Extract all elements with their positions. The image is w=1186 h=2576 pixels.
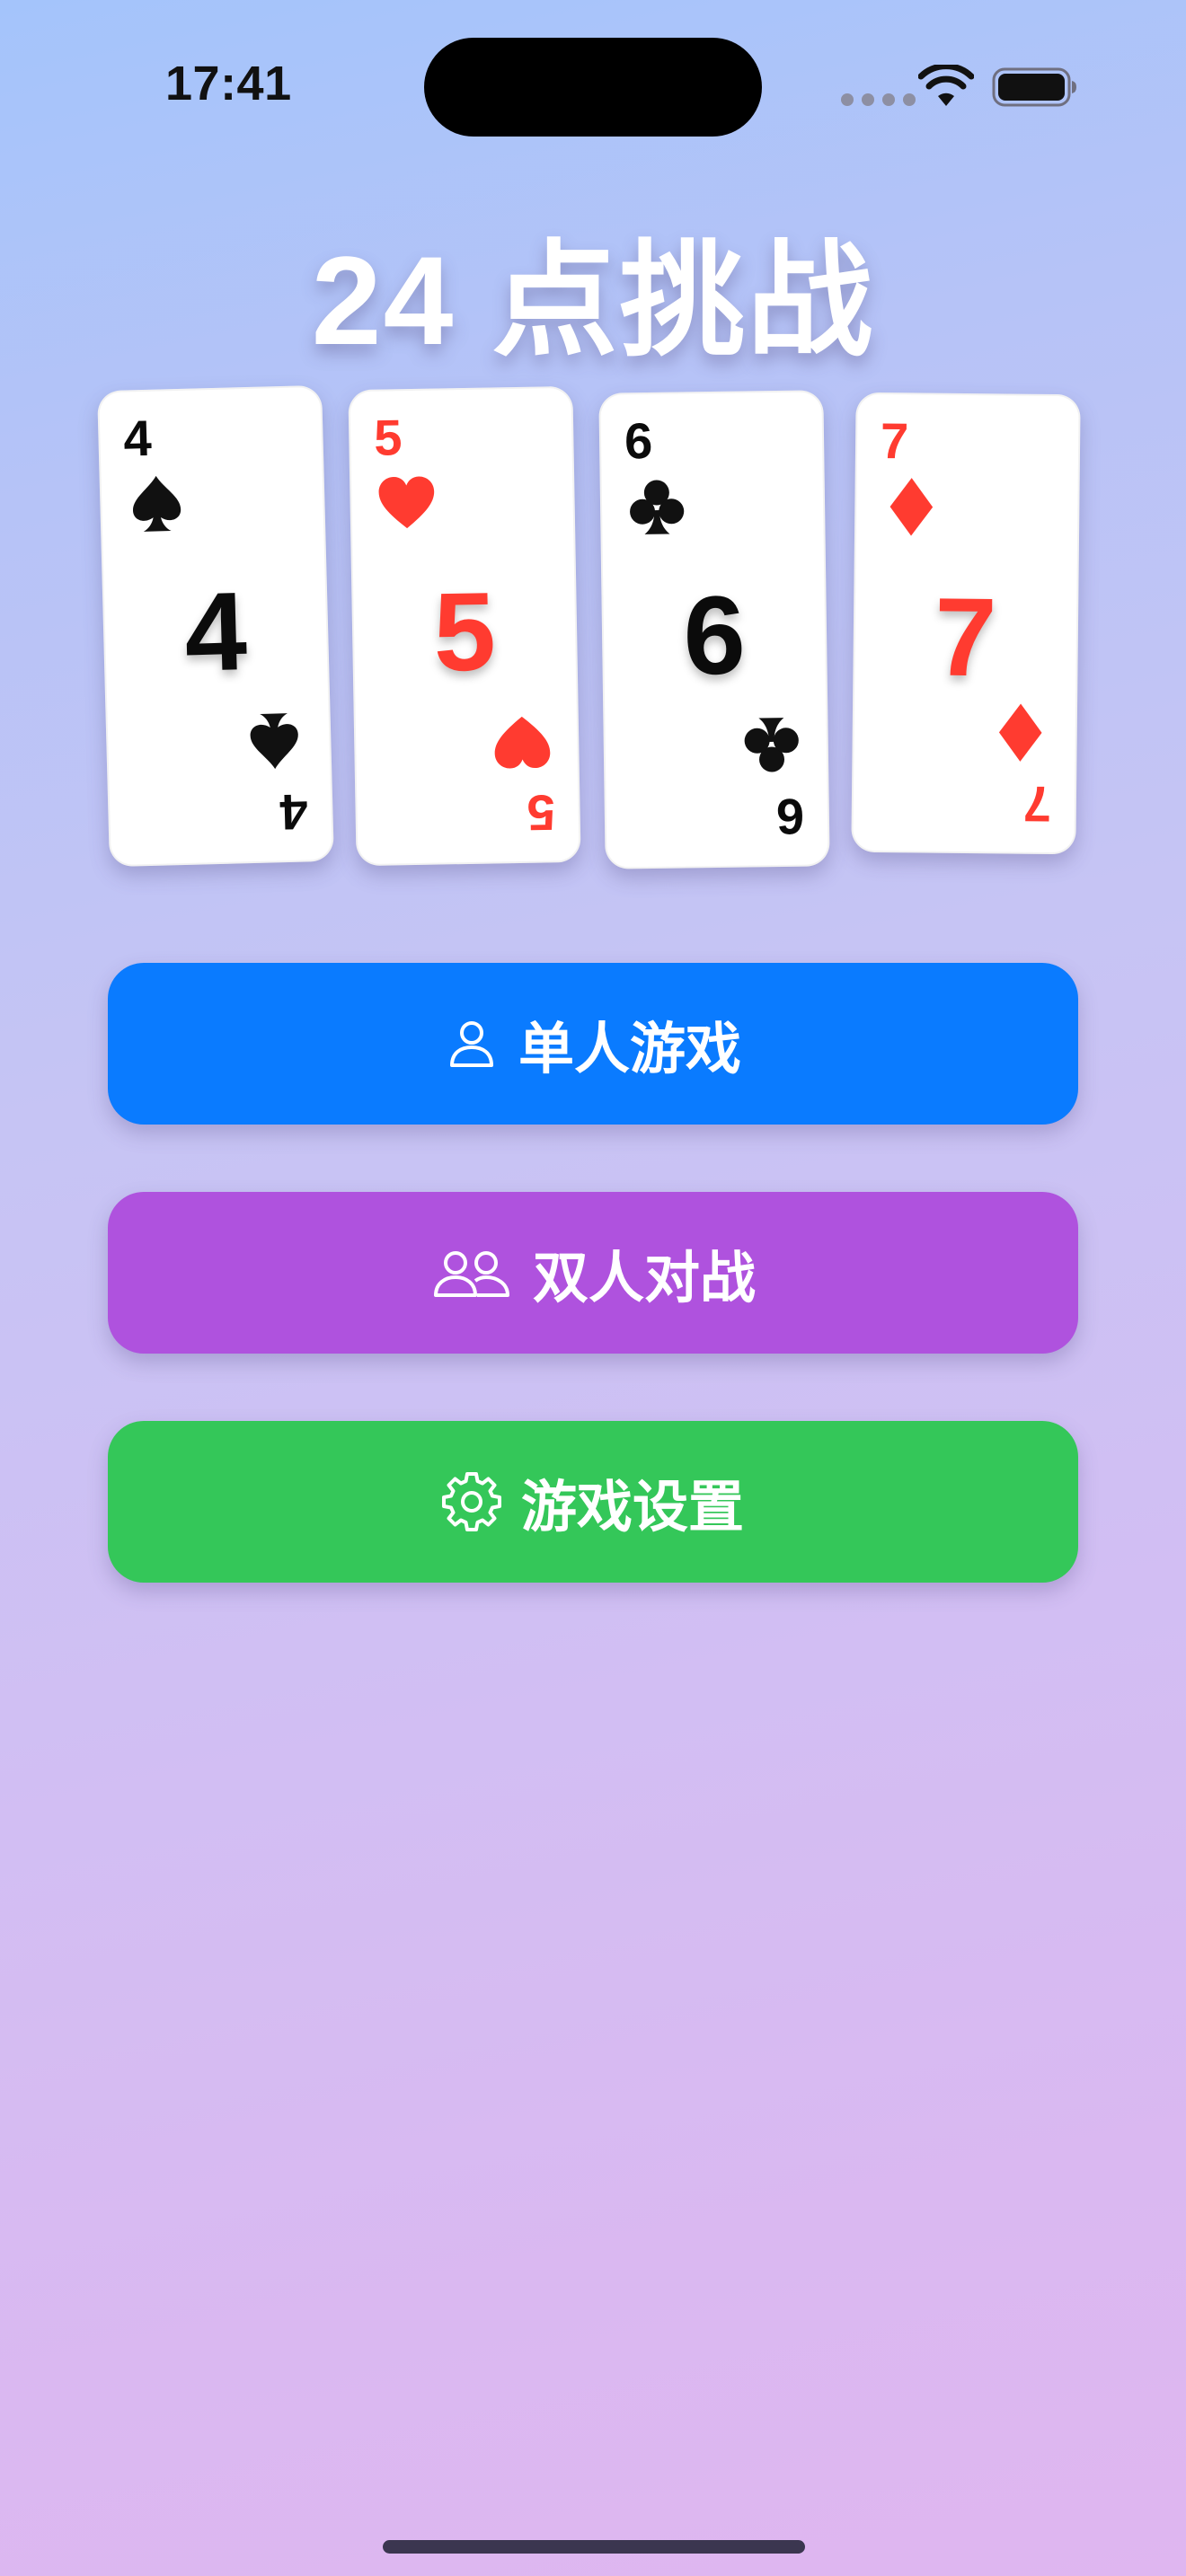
spade-icon — [250, 713, 298, 770]
card-rank-corner-inverted: 7 — [1022, 775, 1052, 834]
gear-icon — [441, 1472, 501, 1531]
card-rank-center: 6 — [682, 573, 747, 699]
playing-card-4-spades[interactable]: 4 4 4 — [97, 384, 334, 868]
playing-card-7-diamonds[interactable]: 7 7 7 — [851, 392, 1081, 855]
page-title: 24 点挑战 — [311, 230, 875, 371]
card-rank-corner: 6 — [624, 411, 653, 470]
card-rank-center: 4 — [182, 569, 249, 695]
heart-icon — [494, 716, 551, 769]
playing-card-6-clubs[interactable]: 6 6 6 — [598, 390, 830, 869]
diamond-icon — [998, 703, 1042, 762]
single-player-label: 单人游戏 — [518, 1019, 741, 1081]
game-settings-label: 游戏设置 — [520, 1477, 744, 1539]
card-rank-corner-inverted: 4 — [279, 783, 309, 842]
home-indicator[interactable] — [383, 2540, 805, 2554]
playing-card-5-hearts[interactable]: 5 5 5 — [348, 385, 581, 867]
two-player-battle-button[interactable]: 双人对战 — [108, 1192, 1078, 1354]
person-icon — [449, 1021, 493, 1067]
two-player-battle-label: 双人对战 — [532, 1248, 756, 1310]
status-time: 17:41 — [165, 57, 292, 110]
spade-icon — [133, 475, 181, 532]
single-player-button[interactable]: 单人游戏 — [108, 963, 1078, 1125]
card-rank-corner: 7 — [880, 411, 909, 470]
battery-icon — [992, 67, 1076, 107]
card-rank-corner: 5 — [373, 409, 403, 466]
card-rank-corner-inverted: 5 — [526, 784, 556, 842]
club-icon — [630, 480, 685, 534]
wifi-icon — [918, 65, 974, 106]
card-rank-corner-inverted: 6 — [775, 788, 805, 846]
club-icon — [744, 718, 799, 772]
heart-icon — [378, 476, 435, 529]
card-rank-center: 5 — [432, 569, 497, 695]
cellular-signal-icon — [841, 93, 916, 106]
game-settings-button[interactable]: 游戏设置 — [108, 1421, 1078, 1583]
diamond-icon — [890, 478, 934, 536]
two-persons-icon — [433, 1251, 509, 1297]
card-rank-center: 7 — [934, 575, 998, 701]
card-rank-corner: 4 — [122, 409, 153, 467]
dynamic-island — [424, 38, 762, 137]
